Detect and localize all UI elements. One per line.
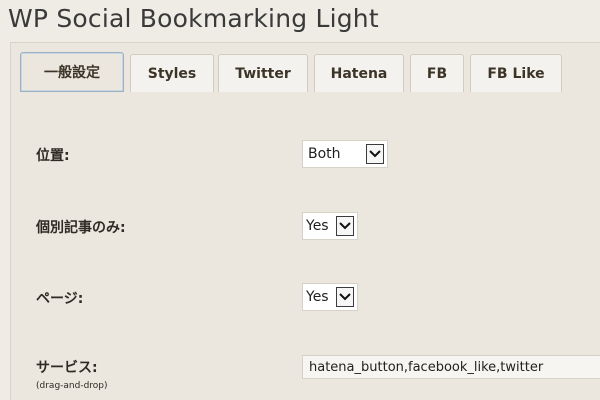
select-value: Yes xyxy=(306,289,329,305)
settings-page: WP Social Bookmarking Light 一般設定 Styles … xyxy=(0,0,600,400)
chevron-down-icon[interactable] xyxy=(336,216,354,236)
settings-panel xyxy=(10,92,600,400)
tab-label: FB xyxy=(426,65,448,82)
tab-label: FB Like xyxy=(487,65,545,82)
select-value: Yes xyxy=(306,218,329,234)
position-label: 位置: xyxy=(36,148,70,164)
position-select[interactable]: Both xyxy=(302,140,388,168)
page-title: WP Social Bookmarking Light xyxy=(8,4,379,33)
select-value: Both xyxy=(308,146,341,162)
services-input[interactable] xyxy=(302,355,600,379)
tab-label: Twitter xyxy=(235,65,291,82)
tab-label: 一般設定 xyxy=(44,65,100,81)
tab-styles[interactable]: Styles xyxy=(130,54,214,92)
tab-hatena[interactable]: Hatena xyxy=(314,54,404,92)
tab-fb[interactable]: FB xyxy=(410,54,464,92)
tab-general[interactable]: 一般設定 xyxy=(20,52,124,92)
services-hint: (drag-and-drop) xyxy=(36,381,108,391)
single-only-label: 個別記事のみ: xyxy=(36,220,126,236)
services-label: サービス: xyxy=(36,360,98,376)
tab-label: Styles xyxy=(147,65,197,82)
tab-fb-like[interactable]: FB Like xyxy=(470,54,562,92)
chevron-down-icon[interactable] xyxy=(336,287,354,307)
single-only-select[interactable]: Yes xyxy=(302,212,358,240)
page-select[interactable]: Yes xyxy=(302,283,358,311)
tab-twitter[interactable]: Twitter xyxy=(218,54,308,92)
page-label: ページ: xyxy=(36,291,84,307)
tab-label: Hatena xyxy=(330,65,388,82)
chevron-down-icon[interactable] xyxy=(366,144,384,164)
